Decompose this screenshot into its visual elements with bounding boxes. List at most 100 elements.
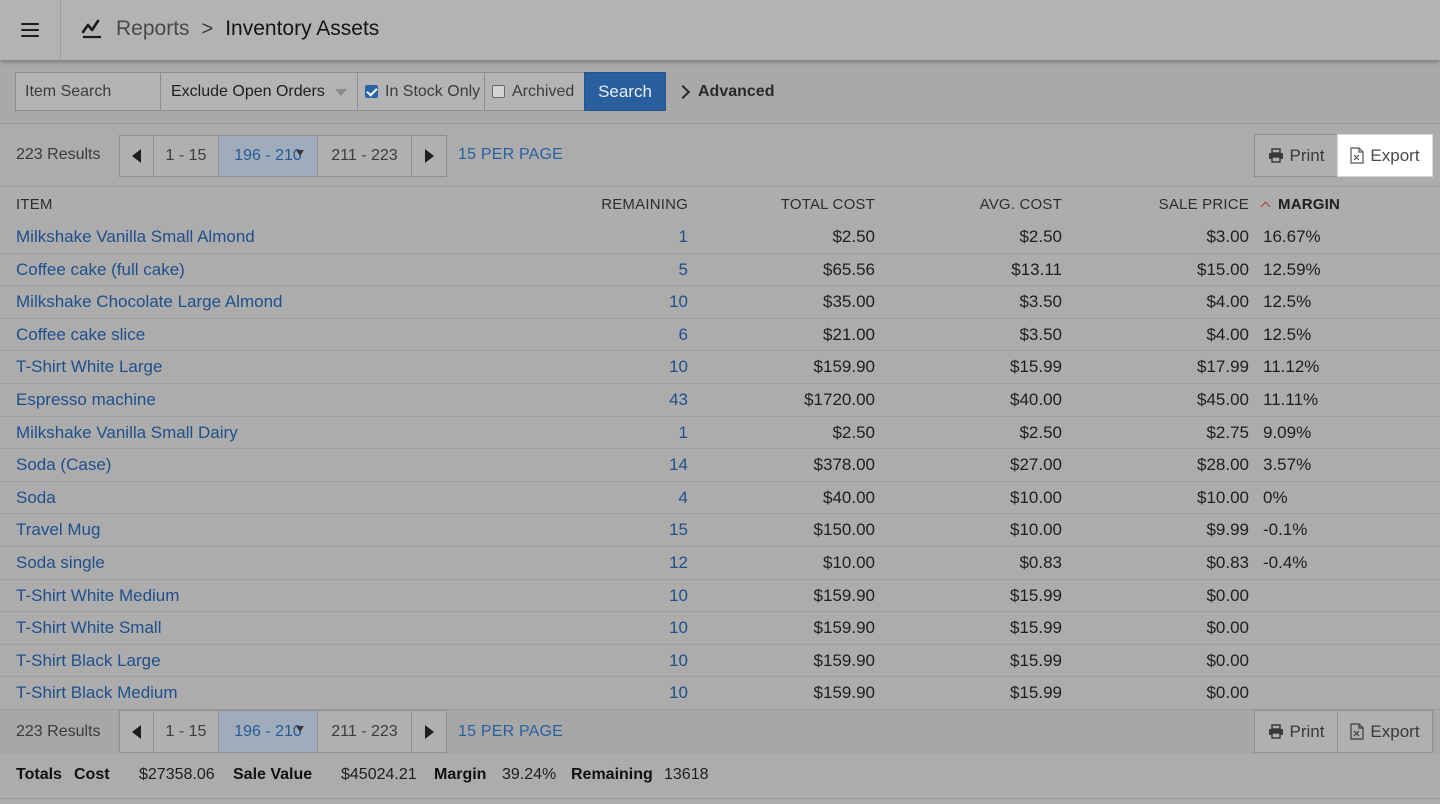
total-cost-cell: $159.90 <box>813 585 875 605</box>
item-link[interactable]: Coffee cake (full cake) <box>16 260 185 280</box>
item-link[interactable]: T-Shirt White Small <box>16 618 161 638</box>
avg-cost-cell: $40.00 <box>1010 389 1062 409</box>
remaining-link[interactable]: 1 <box>679 227 688 247</box>
page-211-223-button[interactable]: 211 - 223 <box>317 135 412 177</box>
avg-cost-cell: $3.50 <box>1019 292 1062 312</box>
column-header-avg-cost[interactable]: AVG. COST <box>980 196 1062 213</box>
page-211-223-button[interactable]: 211 - 223 <box>317 710 412 753</box>
filter-bar: Exclude Open Orders In Stock Only Archiv… <box>0 60 1440 124</box>
sale-price-cell: $0.00 <box>1206 618 1249 638</box>
item-link[interactable]: Milkshake Vanilla Small Dairy <box>16 423 238 443</box>
in-stock-only-checkbox[interactable]: In Stock Only <box>357 72 485 111</box>
table-row: Coffee cake (full cake) 5 $65.56 $13.11 $15.… <box>0 253 1440 287</box>
sale-price-cell: $2.75 <box>1206 422 1249 442</box>
export-label: Export <box>1370 721 1420 741</box>
export-button[interactable]: Export <box>1337 710 1433 753</box>
item-link[interactable]: Milkshake Chocolate Large Almond <box>16 292 282 312</box>
item-link[interactable]: Soda <box>16 488 56 508</box>
column-header-sale-price[interactable]: SALE PRICE <box>1159 196 1249 213</box>
table-row: Espresso machine 43 $1720.00 $40.00 $45.00 11… <box>0 383 1440 417</box>
item-link[interactable]: Espresso machine <box>16 390 156 410</box>
page-title: Inventory Assets <box>225 17 380 40</box>
table-header: ITEM REMAINING TOTAL COST AVG. COST SALE… <box>0 187 1440 222</box>
remaining-link[interactable]: 10 <box>669 683 688 703</box>
totals-bar: Totals Cost $27358.06 Sale Value $45024.… <box>0 754 1440 799</box>
item-link[interactable]: T-Shirt White Large <box>16 357 162 377</box>
excel-file-icon <box>1350 723 1365 740</box>
search-button[interactable]: Search <box>584 72 666 111</box>
page-196-210-button[interactable]: 196 - 210 <box>218 135 318 177</box>
pointer-caret-icon <box>296 725 304 732</box>
remaining-link[interactable]: 10 <box>669 618 688 638</box>
printer-icon <box>1268 148 1283 163</box>
total-cost-cell: $10.00 <box>823 552 875 572</box>
column-header-total-cost[interactable]: TOTAL COST <box>781 196 875 213</box>
page-196-210-button[interactable]: 196 - 210 <box>218 710 318 753</box>
remaining-link[interactable]: 5 <box>679 260 688 280</box>
table-row: T-Shirt White Medium 10 $159.90 $15.99 $0.00 <box>0 579 1440 613</box>
checkbox-checked-icon[interactable] <box>365 85 378 98</box>
item-link[interactable]: Soda single <box>16 553 105 573</box>
item-search-input[interactable] <box>25 82 155 101</box>
per-page-selector[interactable]: 15 PER PAGE <box>458 723 563 741</box>
column-header-remaining[interactable]: REMAINING <box>601 196 688 213</box>
menu-button[interactable] <box>0 0 61 60</box>
remaining-link[interactable]: 43 <box>669 390 688 410</box>
sale-price-cell: $0.00 <box>1206 585 1249 605</box>
remaining-link[interactable]: 1 <box>679 423 688 443</box>
archived-checkbox[interactable]: Archived <box>484 72 585 111</box>
remaining-link[interactable]: 10 <box>669 586 688 606</box>
total-cost-cell: $2.50 <box>832 227 875 246</box>
page-1-15-button[interactable]: 1 - 15 <box>153 710 219 753</box>
open-orders-select[interactable]: Exclude Open Orders <box>160 72 358 111</box>
print-button[interactable]: Print <box>1254 710 1338 753</box>
per-page-selector[interactable]: 15 PER PAGE <box>458 146 563 164</box>
previous-page-button[interactable] <box>119 135 154 177</box>
breadcrumb-reports-link[interactable]: Reports <box>116 17 190 41</box>
totals-remaining-label: Remaining <box>571 766 653 783</box>
item-link[interactable]: Coffee cake slice <box>16 325 145 345</box>
print-button[interactable]: Print <box>1254 134 1338 177</box>
item-link[interactable]: T-Shirt Black Large <box>16 651 161 671</box>
remaining-link[interactable]: 6 <box>679 325 688 345</box>
margin-cell: 3.57% <box>1263 455 1312 475</box>
column-header-margin[interactable]: MARGIN <box>1260 196 1341 213</box>
table-row: Soda 4 $40.00 $10.00 $10.00 0% <box>0 481 1440 515</box>
column-header-item[interactable]: ITEM <box>16 196 53 213</box>
avg-cost-cell: $2.50 <box>1019 227 1062 246</box>
remaining-link[interactable]: 15 <box>669 520 688 540</box>
next-page-button[interactable] <box>411 710 447 753</box>
remaining-link[interactable]: 10 <box>669 292 688 312</box>
margin-cell: 12.5% <box>1263 292 1312 312</box>
export-button[interactable]: Export <box>1337 134 1433 177</box>
previous-page-button[interactable] <box>119 710 154 753</box>
table-row: Travel Mug 15 $150.00 $10.00 $9.99 -0.1% <box>0 514 1440 547</box>
item-link[interactable]: Soda (Case) <box>16 455 111 475</box>
advanced-toggle[interactable]: Advanced <box>675 72 774 111</box>
remaining-link[interactable]: 10 <box>669 651 688 671</box>
remaining-link[interactable]: 10 <box>669 357 688 377</box>
export-label: Export <box>1370 145 1420 165</box>
next-page-button[interactable] <box>411 135 447 177</box>
page-1-15-button[interactable]: 1 - 15 <box>153 135 219 177</box>
checkbox-unchecked-icon[interactable] <box>492 85 505 98</box>
item-link[interactable]: Milkshake Vanilla Small Almond <box>16 227 255 247</box>
sale-price-cell: $4.00 <box>1206 324 1249 344</box>
remaining-link[interactable]: 4 <box>679 488 688 508</box>
item-link[interactable]: Travel Mug <box>16 520 100 540</box>
remaining-link[interactable]: 14 <box>669 455 688 475</box>
results-count: 223 Results <box>16 146 101 163</box>
chevron-right-icon <box>675 84 691 99</box>
column-header-margin-label: MARGIN <box>1278 196 1341 213</box>
item-link[interactable]: T-Shirt Black Medium <box>16 683 178 703</box>
remaining-link[interactable]: 12 <box>669 553 688 573</box>
margin-cell: 16.67% <box>1263 227 1321 246</box>
avg-cost-cell: $2.50 <box>1019 422 1062 442</box>
item-search-field[interactable] <box>15 72 161 111</box>
sort-ascending-icon <box>1260 201 1271 212</box>
avg-cost-cell: $10.00 <box>1010 487 1062 507</box>
in-stock-only-label: In Stock Only <box>385 82 481 100</box>
printer-icon <box>1268 724 1283 739</box>
item-link[interactable]: T-Shirt White Medium <box>16 586 179 606</box>
total-cost-cell: $40.00 <box>823 487 875 507</box>
